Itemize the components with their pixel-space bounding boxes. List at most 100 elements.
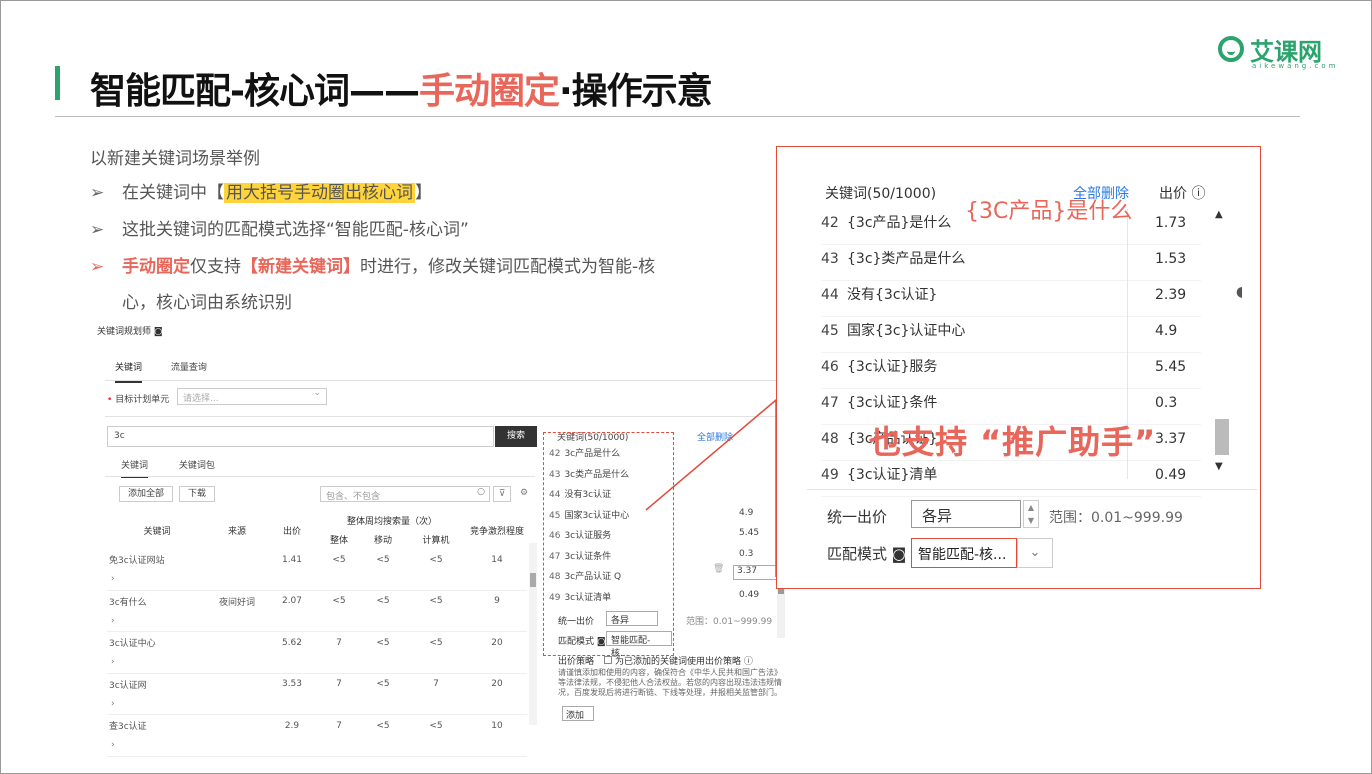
cell-mobile: <5 — [376, 679, 390, 689]
zoomed-keyword-panel: 关键词(50/1000) 全部删除 出价 ⓘ 42 {3c产品}是什么 1.73 43… — [776, 146, 1261, 589]
zoom-count: 关键词(50/1000) — [825, 186, 937, 202]
row-index: 43 — [821, 251, 839, 267]
subtabs-divider — [105, 476, 535, 477]
row-keyword: 没有{3c认证} — [847, 287, 938, 303]
table-row-expander[interactable]: › — [107, 736, 527, 757]
zoom-bottom-divider — [807, 489, 1257, 490]
scroll-thumb[interactable] — [1215, 419, 1229, 455]
cell-comp: 14 — [491, 554, 503, 565]
cell-src: 夜间好词 — [218, 597, 255, 608]
cell-kw: 免3c认证网站 — [109, 556, 165, 566]
row-index: 45 — [821, 323, 839, 339]
cell-price: 1.41 — [281, 554, 303, 565]
subtab-package[interactable]: 关键词包 — [179, 458, 215, 476]
scroll-down-icon[interactable]: ▼ — [1215, 461, 1223, 472]
table-row[interactable]: 查3c认证 2.9 7 <5 <5 10 — [107, 715, 527, 737]
cell-comp: 20 — [491, 679, 503, 689]
bullet-1: ➢ 在关键词中【 用大括号手动圈出核心词】 — [90, 183, 432, 203]
filter-icon[interactable]: ⊽ — [493, 486, 511, 502]
row-price: 4.9 — [1155, 323, 1178, 339]
cell-comp: 10 — [491, 720, 503, 731]
search-button[interactable]: 搜索 — [495, 426, 537, 447]
cell-pc: 7 — [433, 679, 439, 689]
compliance-notice: 请谨慎添加和使用的内容，确保符合《中华人民共和国广告法》等法律法规，不侵犯他人合… — [558, 668, 782, 697]
row-index: 49 — [821, 467, 839, 483]
expand-icon[interactable]: › — [107, 570, 527, 591]
zoom-mode-label: 匹配模式 ◙ — [827, 545, 907, 563]
zoom-keyword-row[interactable]: 44 没有{3c认证} 2.39 — [821, 281, 1201, 317]
filter-input[interactable]: 包含、不包含 — [320, 486, 490, 502]
zoom-unify-input[interactable]: 各异 — [911, 500, 1021, 528]
table-row-expander[interactable]: › — [107, 570, 527, 591]
row-index: 47 — [821, 395, 839, 411]
clear-all-link[interactable]: 全部删除 — [697, 430, 733, 443]
expand-icon[interactable]: › — [107, 736, 527, 757]
tab-traffic[interactable]: 流量查询 — [171, 360, 207, 381]
cell-src — [207, 715, 267, 737]
expand-icon[interactable]: › — [107, 694, 527, 715]
logo-mark-icon — [1218, 36, 1244, 62]
scroll-up-icon[interactable]: ▲ — [1215, 209, 1223, 220]
zoom-keyword-row[interactable]: 45 国家{3c}认证中心 4.9 — [821, 317, 1201, 353]
dashed-highlight-box — [543, 432, 674, 656]
table-row[interactable]: 3c认证网 3.53 7 <5 7 20 — [107, 673, 527, 695]
bullet-2: ➢ 这批关键词的匹配模式选择“智能匹配-核心词” — [90, 220, 469, 240]
cell-total: 7 — [336, 720, 342, 731]
bullet-3: ➢ 手动圈定仅支持【新建关键词】时进行，修改关键词匹配模式为智能-核 — [90, 257, 656, 277]
row-price: 2.39 — [1155, 287, 1187, 303]
cell-mobile: <5 — [376, 554, 390, 565]
title-highlight: 手动圈定 — [418, 71, 560, 112]
zoom-keyword-row[interactable]: 49 {3c认证}清单 0.49 — [821, 461, 1201, 497]
chevron-down-icon[interactable]: ⌄ — [1017, 538, 1053, 568]
expand-icon[interactable]: › — [107, 611, 527, 632]
zoom-unify-label: 统一出价 — [827, 508, 888, 526]
edge-fragment: ◖ — [1236, 284, 1244, 300]
row-index: 44 — [821, 287, 839, 303]
zoom-scrollbar[interactable]: ▲ ▼ — [1211, 209, 1231, 479]
cell-total: 7 — [336, 637, 342, 648]
cell-mobile: <5 — [376, 637, 390, 648]
cell-pc: <5 — [429, 554, 443, 565]
cell-pc: <5 — [429, 596, 443, 606]
zoom-mode-select[interactable]: 智能匹配-核... — [911, 538, 1017, 568]
cell-kw: 查3c认证 — [109, 722, 147, 732]
table-row-expander[interactable]: › — [107, 653, 527, 674]
expand-icon[interactable]: › — [107, 653, 527, 674]
cell-comp: 20 — [491, 637, 503, 648]
target-unit-select[interactable]: 请选择... — [177, 388, 327, 405]
keyword-table: 关键词 来源 出价 整体周均搜索量（次） 竞争激烈程度 整体 移动 计算机 免3… — [107, 511, 527, 757]
download-button[interactable]: 下载 — [179, 486, 215, 502]
keyword-search-input[interactable]: 3c — [107, 426, 494, 447]
zoom-keyword-row[interactable]: 46 {3c认证}服务 5.45 — [821, 353, 1201, 389]
table-row-expander[interactable]: › — [107, 611, 527, 632]
add-all-button[interactable]: 添加全部 — [119, 486, 173, 502]
cell-price: 5.62 — [281, 637, 303, 648]
col-price: 出价 — [282, 526, 301, 537]
row-keyword: {3c产品}是什么 — [847, 215, 952, 231]
brand-logo: 艾课网 aikewang.com — [1218, 32, 1348, 74]
highlighted-phrase: 用大括号手动圈出核心词 — [224, 183, 415, 203]
row-price: 1.53 — [1155, 251, 1187, 267]
add-button[interactable]: 添加 — [562, 706, 594, 721]
title-accent-bar — [55, 66, 60, 100]
annotation-promo-helper: 也支持 “推广助手” — [869, 423, 1157, 461]
cell-total: <5 — [332, 554, 346, 565]
target-unit-label: • 目标计划单元 — [107, 395, 170, 405]
row-price-input[interactable]: 3.37 — [733, 565, 781, 580]
page-title: 智能匹配-核心词——手动圈定·操作示意 — [90, 71, 713, 112]
zoom-keyword-row[interactable]: 43 {3c}类产品是什么 1.53 — [821, 245, 1201, 281]
cell-comp: 9 — [494, 596, 500, 606]
price-range: 范围：0.01~999.99 — [686, 617, 773, 627]
cell-kw: 3c认证网 — [109, 680, 147, 691]
table-row[interactable]: 免3c认证网站 1.41 <5 <5 <5 14 — [107, 549, 527, 570]
row-index: 46 — [821, 359, 839, 375]
row-price: 3.37 — [1155, 431, 1187, 447]
stepper-icon[interactable]: ▲ ▼ — [1023, 500, 1039, 528]
table-row[interactable]: 3c认证中心 5.62 7 <5 <5 20 — [107, 632, 527, 654]
subtab-keyword[interactable]: 关键词 — [121, 458, 149, 478]
table-row-expander[interactable]: › — [107, 694, 527, 715]
delete-icon[interactable]: 🗑 — [713, 564, 724, 574]
table-scrollbar[interactable] — [529, 543, 537, 725]
table-row[interactable]: 3c有什么 夜间好词 2.07 <5 <5 <5 9 — [107, 590, 527, 612]
gear-icon[interactable]: ⚙ — [515, 486, 533, 502]
